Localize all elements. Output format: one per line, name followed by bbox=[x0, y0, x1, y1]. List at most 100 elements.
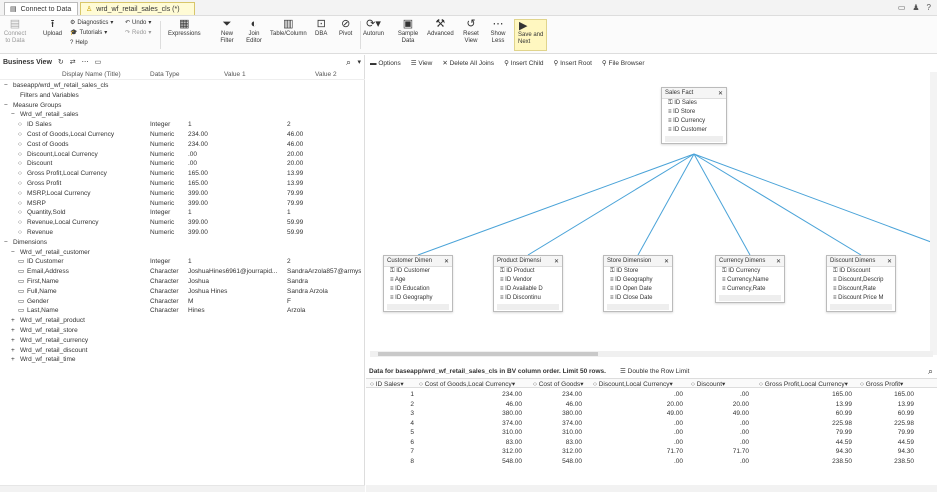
node-field[interactable]: ≡ Discount Price M bbox=[827, 294, 895, 303]
grid-column-header[interactable]: ○ ID Sales▾ bbox=[370, 380, 404, 388]
tree-row[interactable]: ▭ First,Name Character Joshua Sandra bbox=[0, 277, 365, 286]
table-column-button[interactable]: ▥ Table/Column bbox=[270, 18, 307, 38]
help-button[interactable]: ? Help bbox=[70, 40, 88, 46]
join-line[interactable] bbox=[417, 153, 695, 256]
undo-button[interactable]: ↶ Undo ▾ bbox=[125, 19, 151, 27]
new-filter-button[interactable]: ⏷ New Filter bbox=[216, 18, 238, 45]
grid-column-header[interactable]: ○ Discount,Local Currency▾ bbox=[593, 380, 673, 388]
close-icon[interactable]: ✕ bbox=[718, 90, 723, 97]
join-toolbar-item[interactable]: ⚲ Insert Root bbox=[554, 59, 592, 67]
sales-fact-node[interactable]: Sales Fact ✕ ⚿ ID Sales ≡ ID Store ≡ ID Curr… bbox=[661, 87, 727, 144]
join-line[interactable] bbox=[527, 153, 695, 256]
join-line[interactable] bbox=[637, 153, 695, 256]
node-field[interactable]: ⚿ ID Customer bbox=[384, 267, 452, 276]
tree-row[interactable]: ○ ID Sales Integer 1 2 bbox=[0, 120, 365, 129]
tree-row[interactable]: Filters and Variables bbox=[0, 91, 365, 100]
join-line[interactable] bbox=[693, 153, 862, 256]
expand-icon[interactable]: + bbox=[11, 326, 18, 335]
close-icon[interactable]: ✕ bbox=[887, 258, 892, 265]
chevron-down-icon[interactable]: ▾ bbox=[357, 58, 361, 66]
tab-sales-cls[interactable]: ♙ wrd_wf_retail_sales_cls (*) bbox=[80, 2, 195, 15]
tree-row[interactable]: ○ Revenue,Local Currency Numeric 399.00 59.9… bbox=[0, 218, 365, 227]
expand-icon[interactable]: + bbox=[11, 346, 18, 355]
node-field[interactable]: ⚿ ID Store bbox=[604, 267, 672, 276]
expressions-button[interactable]: ▦ Expressions bbox=[168, 18, 201, 38]
node-scrollbar[interactable] bbox=[719, 295, 781, 301]
refresh-icon[interactable]: ↻ bbox=[58, 58, 64, 66]
dba-button[interactable]: ⊡ DBA bbox=[315, 18, 327, 38]
tree-row[interactable]: ○ Discount Numeric .00 20.00 bbox=[0, 159, 365, 168]
node-field[interactable]: ≡ ID Available D bbox=[494, 285, 562, 294]
tree-row[interactable]: ○ Discount,Local Currency Numeric .00 20.00 bbox=[0, 150, 365, 159]
double-row-limit-button[interactable]: ☰ Double the Row Limit bbox=[620, 367, 689, 375]
node-field[interactable]: ≡ ID Currency bbox=[662, 117, 726, 126]
node-scrollbar[interactable] bbox=[665, 136, 723, 142]
close-icon[interactable]: ✕ bbox=[554, 258, 559, 265]
sample-data-button[interactable]: ▣ Sample Data bbox=[395, 18, 421, 45]
collapse-icon[interactable]: − bbox=[4, 81, 11, 90]
table-row[interactable]: 5 310.00 310.00 .00 .00 79.99 79.99 bbox=[366, 428, 937, 437]
node-field[interactable]: ≡ Discount,Descrip bbox=[827, 276, 895, 285]
column-header[interactable]: Display Name (Title) bbox=[62, 71, 121, 78]
chevron-down-icon[interactable]: ▾ bbox=[900, 381, 903, 388]
tree-row[interactable]: ○ MSRP,Local Currency Numeric 399.00 79.99 bbox=[0, 189, 365, 198]
join-editor-button[interactable]: ◐ Join Editor bbox=[243, 18, 265, 45]
join-toolbar-item[interactable]: ▬ Options bbox=[370, 60, 401, 67]
dimension-node[interactable]: Product Dimensi ✕ ⚿ ID Product ≡ ID Vendor ≡… bbox=[493, 255, 563, 312]
upload-button[interactable]: ⭱ Upload bbox=[43, 18, 62, 38]
expand-icon[interactable]: + bbox=[11, 355, 18, 364]
table-row[interactable]: 1 234.00 234.00 .00 .00 165.00 165.00 bbox=[366, 390, 937, 399]
grid-column-header[interactable]: ○ Gross Profit,Local Currency▾ bbox=[759, 380, 848, 388]
table-row[interactable]: 8 548.00 548.00 .00 .00 238.50 238.50 bbox=[366, 457, 937, 466]
node-field[interactable]: ≡ ID Vendor bbox=[494, 276, 562, 285]
close-icon[interactable]: ✕ bbox=[664, 258, 669, 265]
node-field[interactable]: ≡ ID Geography bbox=[604, 276, 672, 285]
window-icon[interactable]: ▭ bbox=[898, 3, 906, 12]
chevron-down-icon[interactable]: ▾ bbox=[845, 381, 848, 388]
grid-horizontal-scrollbar[interactable] bbox=[366, 485, 937, 492]
tree-row[interactable]: − Wrd_wf_retail_sales bbox=[0, 110, 365, 119]
table-row[interactable]: 6 83.00 83.00 .00 .00 44.59 44.59 bbox=[366, 438, 937, 447]
tree-row[interactable]: − Measure Groups bbox=[0, 101, 365, 110]
autorun-button[interactable]: ⟳▾ Autorun bbox=[363, 18, 384, 38]
search-icon[interactable]: ⌕ bbox=[346, 57, 351, 68]
table-row[interactable]: 3 380.00 380.00 49.00 49.00 60.99 60.99 bbox=[366, 409, 937, 418]
grid-column-header[interactable]: ○ Cost of Goods▾ bbox=[533, 380, 584, 388]
tree-row[interactable]: ○ MSRP Numeric 399.00 79.99 bbox=[0, 199, 365, 208]
tree-row[interactable]: ○ Revenue Numeric 399.00 59.99 bbox=[0, 228, 365, 237]
vertical-scrollbar[interactable] bbox=[930, 72, 937, 355]
node-scrollbar[interactable] bbox=[830, 304, 892, 310]
dimension-node[interactable]: Discount Dimens ✕ ⚿ ID Discount ≡ Discount,… bbox=[826, 255, 896, 312]
table-row[interactable]: 2 46.00 46.00 20.00 20.00 13.99 13.99 bbox=[366, 400, 937, 409]
node-field[interactable]: ≡ ID Geography bbox=[384, 294, 452, 303]
join-line[interactable] bbox=[693, 153, 751, 256]
diagnostics-button[interactable]: ⚙ Diagnostics ▾ bbox=[70, 19, 113, 27]
horizontal-scrollbar[interactable] bbox=[0, 485, 365, 492]
tree-row[interactable]: + Wrd_wf_retail_store bbox=[0, 326, 365, 335]
column-header[interactable]: Data Type bbox=[150, 71, 180, 78]
join-toolbar-item[interactable]: ✕ Delete All Joins bbox=[442, 59, 494, 67]
canvas-horizontal-scrollbar[interactable] bbox=[370, 351, 933, 357]
node-scrollbar[interactable] bbox=[497, 304, 559, 310]
connect-to-data-button[interactable]: ▤ Connect to Data bbox=[3, 18, 27, 45]
grid-column-header[interactable]: ○ Gross Profit▾ bbox=[860, 380, 903, 388]
save-and-next-button[interactable]: ▶ Save and Next bbox=[514, 19, 547, 51]
node-field[interactable]: ≡ Currency,Name bbox=[716, 276, 784, 285]
dimension-node[interactable]: Currency Dimens ✕ ⚿ ID Currency ≡ Currency,… bbox=[715, 255, 785, 303]
expand-icon[interactable]: + bbox=[11, 316, 18, 325]
join-toolbar-item[interactable]: ☰ View bbox=[411, 59, 433, 67]
tree-row[interactable]: + Wrd_wf_retail_product bbox=[0, 316, 365, 325]
collapse-icon[interactable]: − bbox=[11, 110, 18, 119]
search-icon[interactable]: ⌕ bbox=[928, 366, 933, 377]
advanced-button[interactable]: ⚒ Advanced bbox=[427, 18, 454, 38]
tree-row[interactable]: ○ Gross Profit,Local Currency Numeric 165.0… bbox=[0, 169, 365, 178]
pivot-button[interactable]: ⊘ Pivot bbox=[339, 18, 352, 38]
node-field[interactable]: ≡ Age bbox=[384, 276, 452, 285]
join-toolbar-item[interactable]: ⚲ Insert Child bbox=[504, 59, 543, 67]
user-icon[interactable]: ♟ bbox=[912, 3, 919, 12]
tree-row[interactable]: + Wrd_wf_retail_discount bbox=[0, 346, 365, 355]
dimension-node[interactable]: Store Dimension ✕ ⚿ ID Store ≡ ID Geography… bbox=[603, 255, 673, 312]
tree-row[interactable]: − Wrd_wf_retail_customer bbox=[0, 248, 365, 257]
join-line[interactable] bbox=[693, 153, 932, 243]
grid-column-header[interactable]: ○ Discount▾ bbox=[691, 380, 725, 388]
